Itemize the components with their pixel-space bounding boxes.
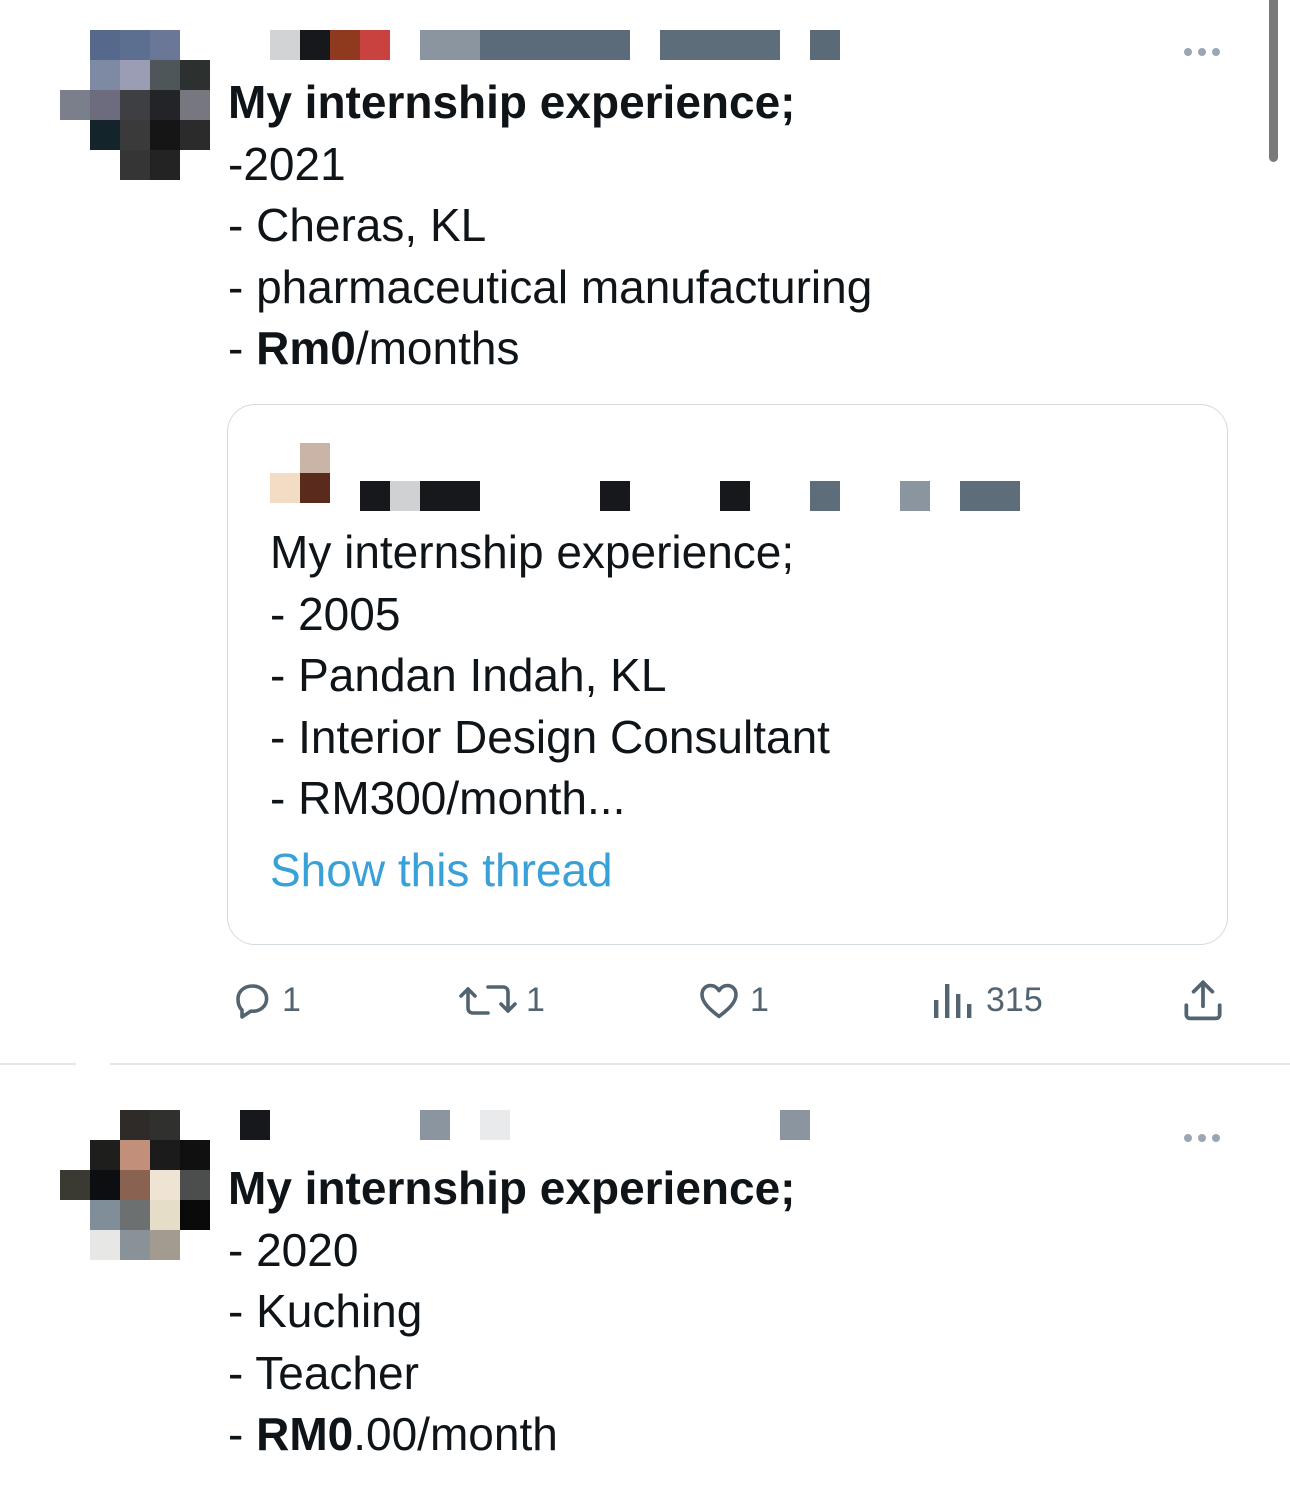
- like-count: 1: [750, 980, 769, 1019]
- quoted-avatar[interactable]: [270, 443, 330, 503]
- tweet-action-bar: 1 1 1 315: [0, 972, 1290, 1028]
- text-line: - RM300/month...: [270, 772, 626, 824]
- retweet-icon: [459, 985, 517, 1015]
- text-line: - Kuching: [228, 1285, 423, 1337]
- views-icon: [934, 984, 972, 1018]
- text-suffix: .00/month: [353, 1408, 558, 1460]
- text-line: - pharmaceutical manufacturing: [228, 260, 873, 313]
- retweet-count: 1: [526, 980, 545, 1019]
- text-line: - Teacher: [228, 1346, 419, 1399]
- text-line: - Rm0/months: [228, 318, 872, 380]
- show-thread-link[interactable]: Show this thread: [270, 843, 613, 897]
- retweet-button[interactable]: 1: [456, 972, 545, 1028]
- text-line: - Cheras, KL: [228, 199, 487, 251]
- avatar[interactable]: [60, 30, 210, 180]
- views-count: 315: [986, 980, 1043, 1019]
- avatar[interactable]: [60, 1110, 210, 1260]
- author-name-redacted[interactable]: [270, 30, 850, 62]
- tweet-text: My internship experience; - 2020 - Kuchi…: [228, 1158, 796, 1466]
- tweet[interactable]: My internship experience; -2021 - Cheras…: [0, 0, 1290, 1064]
- tweet[interactable]: My internship experience; - 2020 - Kuchi…: [0, 1064, 1290, 1486]
- text-line: - 2005: [270, 587, 401, 640]
- like-button[interactable]: 1: [694, 972, 769, 1028]
- quoted-tweet-card[interactable]: My internship experience; - 2005 - Panda…: [227, 404, 1228, 945]
- more-options-button[interactable]: [1184, 32, 1226, 62]
- text-line: - Pandan Indah, KL: [270, 649, 667, 701]
- heart-icon: [700, 983, 738, 1019]
- text-line: - 2020: [228, 1223, 359, 1276]
- text-line: My internship experience;: [228, 76, 796, 128]
- text-prefix: -: [228, 322, 257, 374]
- reply-button[interactable]: 1: [228, 972, 301, 1028]
- share-button[interactable]: [1178, 972, 1228, 1028]
- more-options-button[interactable]: [1184, 1118, 1226, 1148]
- text-line: -2021: [228, 137, 346, 190]
- reply-icon: [236, 984, 269, 1019]
- author-name-redacted[interactable]: [240, 1110, 820, 1142]
- reply-count: 1: [282, 980, 301, 1019]
- text-suffix: /months: [355, 322, 520, 374]
- text-line: My internship experience;: [228, 1162, 796, 1214]
- views-button[interactable]: 315: [930, 972, 1043, 1028]
- share-icon: [1184, 980, 1222, 1021]
- text-prefix: -: [228, 1408, 257, 1460]
- quoted-author-redacted[interactable]: [360, 481, 1040, 513]
- text-bold: Rm0: [256, 322, 356, 374]
- more-icon: [1184, 48, 1192, 56]
- tweet-text: My internship experience; -2021 - Cheras…: [228, 72, 872, 380]
- text-line: - RM0.00/month: [228, 1404, 796, 1466]
- more-icon: [1184, 1134, 1192, 1142]
- text-line: - Interior Design Consultant: [270, 710, 830, 763]
- text-bold: RM0: [256, 1408, 354, 1460]
- text-line: My internship experience;: [270, 526, 795, 578]
- quoted-tweet-text: My internship experience; - 2005 - Panda…: [270, 522, 830, 830]
